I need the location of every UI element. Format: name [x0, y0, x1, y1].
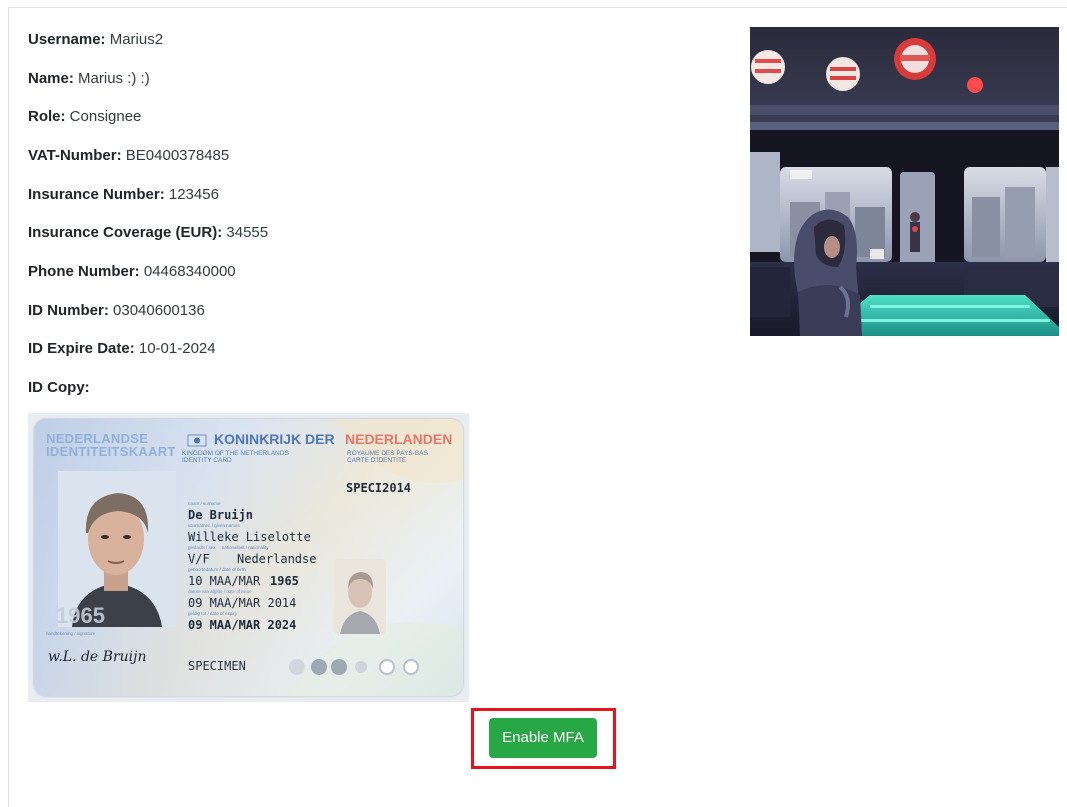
id-expiry-date: 09 MAA/MAR 2024 [188, 618, 297, 632]
id-field-caption-issue: datum van afgifte / date of issue [188, 589, 252, 594]
id-subtitle-fr-1: ROYAUME DES PAYS-BAS [347, 450, 428, 457]
field-value: 04468340000 [143, 263, 236, 280]
id-given-names: Willeke Liselotte [188, 530, 311, 544]
field-value: Marius :) :) [78, 70, 150, 87]
info-row-id-expire-date: ID Expire Date: 10-01-2024 [28, 339, 216, 359]
id-field-caption-given-names: voornamen / given names [188, 523, 240, 528]
field-value: BE0400378485 [125, 147, 230, 164]
id-title-left-line2: IDENTITEITSKAART [46, 444, 176, 459]
profile-picture [750, 27, 1059, 336]
field-label: VAT-Number: [28, 147, 122, 164]
field-value: 34555 [226, 224, 269, 241]
info-row-vat-number: VAT-Number: BE0400378485 [28, 146, 229, 166]
id-watermark-year: 1965 [56, 603, 105, 628]
id-field-caption-surname: naam / surname [188, 501, 221, 506]
field-label: ID Expire Date: [28, 340, 135, 357]
id-field-caption-birth: geboortedatum / date of birth [188, 567, 246, 572]
id-copy-label: ID Copy: [28, 379, 90, 396]
id-card: NEDERLANDSE IDENTITEITSKAART KONINKRIJK … [34, 419, 463, 696]
field-value: 10-01-2024 [138, 340, 216, 357]
field-label: ID Number: [28, 302, 109, 319]
id-specimen-label: SPECIMEN [188, 659, 246, 673]
info-row-phone-number: Phone Number: 04468340000 [28, 262, 236, 282]
info-row-username: Username: Marius2 [28, 30, 163, 50]
id-field-caption-expiry: geldig tot / date of expiry [188, 611, 238, 616]
field-value: 123456 [168, 186, 219, 203]
id-birth-date: 10 MAA/MAR [188, 574, 261, 588]
id-surname: De Bruijn [188, 508, 254, 522]
field-label: Phone Number: [28, 263, 140, 280]
id-field-caption-signature: handtekening / signature [46, 631, 96, 636]
id-sex: V/F [188, 552, 210, 566]
id-signature: w.L. de Bruijn [48, 649, 147, 665]
id-copy-image: NEDERLANDSE IDENTITEITSKAART KONINKRIJK … [28, 413, 469, 702]
field-label: Role: [28, 108, 66, 125]
info-row-id-copy: ID Copy: [28, 378, 90, 398]
field-label: Insurance Coverage (EUR): [28, 224, 223, 241]
field-value: Marius2 [109, 31, 164, 48]
field-label: Name: [28, 70, 74, 87]
id-subtitle-en-1: KINGDOM OF THE NETHERLANDS [182, 450, 289, 457]
field-value: Consignee [69, 108, 142, 125]
info-row-insurance-number: Insurance Number: 123456 [28, 185, 219, 205]
field-value: 03040600136 [113, 302, 205, 319]
ghost-portrait-illustration [334, 559, 386, 634]
id-ghost-photo [334, 559, 386, 634]
id-field-caption-sex-nationality: geslacht / sex nationaliteit / nationali… [188, 545, 269, 550]
id-subtitle-fr-2: CARTE D'IDENTITE [347, 457, 407, 464]
profile-picture-illustration [750, 27, 1059, 336]
info-row-role: Role: Consignee [28, 107, 141, 127]
id-birth-year: 1965 [270, 574, 299, 588]
id-document-number: SPECI2014 [346, 481, 412, 495]
enable-mfa-button[interactable]: Enable MFA [489, 718, 597, 758]
info-row-name: Name: Marius :) :) [28, 69, 150, 89]
field-label: Insurance Number: [28, 186, 165, 203]
id-nationality: Nederlandse [237, 552, 317, 566]
id-title-right-line2: NEDERLANDEN [345, 431, 453, 447]
id-issue-date: 09 MAA/MAR 2014 [188, 596, 297, 610]
info-row-insurance-coverage: Insurance Coverage (EUR): 34555 [28, 223, 268, 243]
id-subtitle-en-2: IDENTITY CARD [182, 457, 232, 464]
id-title-right-line1: KONINKRIJK DER [214, 431, 335, 447]
field-label: Username: [28, 31, 106, 48]
info-row-id-number: ID Number: 03040600136 [28, 301, 205, 321]
